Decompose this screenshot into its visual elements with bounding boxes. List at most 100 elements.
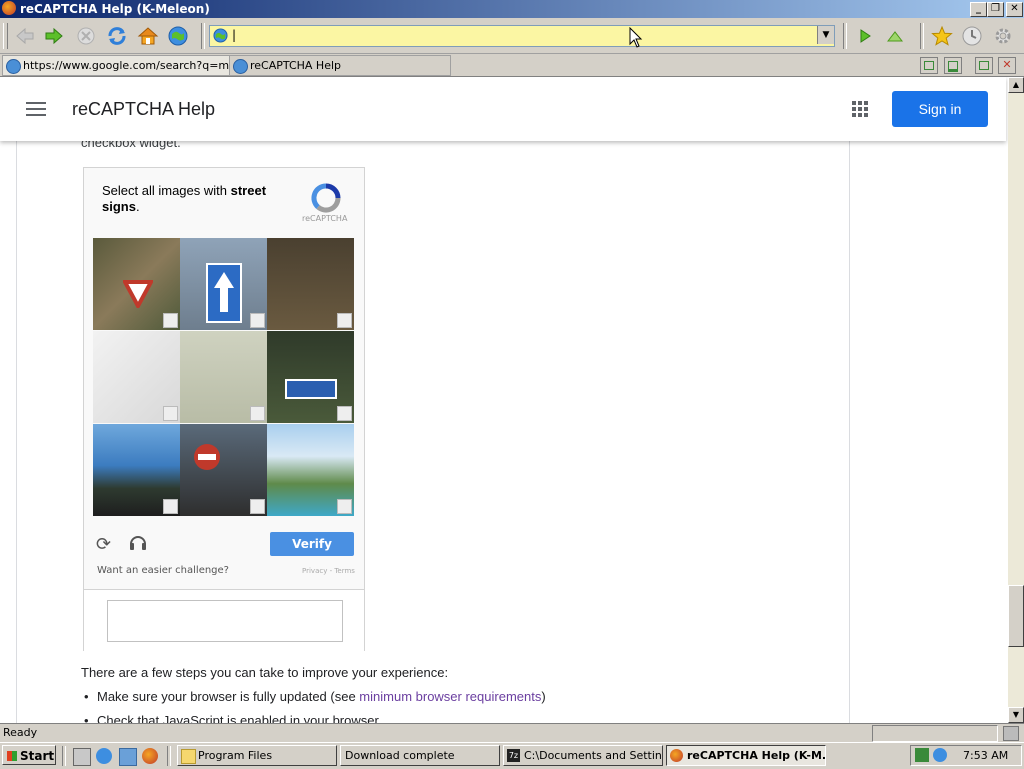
bullet-dot: • xyxy=(84,689,89,704)
globe-tray-icon[interactable] xyxy=(933,748,947,762)
tab-label: reCAPTCHA Help xyxy=(250,59,342,72)
windows-logo-icon xyxy=(7,751,17,761)
system-tray: 7:53 AM xyxy=(910,745,1022,766)
captcha-tile[interactable] xyxy=(267,238,354,330)
intro-paragraph: There are a few steps you can take to im… xyxy=(81,665,449,680)
address-dropdown-button[interactable]: ▼ xyxy=(817,26,834,44)
verify-button[interactable]: Verify xyxy=(270,532,354,556)
history-icon[interactable] xyxy=(961,25,983,47)
easier-challenge-link[interactable]: Want an easier challenge? xyxy=(97,565,229,576)
close-button[interactable]: ✕ xyxy=(1006,2,1023,17)
task-recaptcha-help[interactable]: reCAPTCHA Help (K-M... xyxy=(666,745,826,766)
tab-bar: https://www.google.com/search?q=mi... re… xyxy=(0,54,1024,77)
up-icon[interactable] xyxy=(886,28,904,44)
security-lock-icon[interactable] xyxy=(1003,726,1019,741)
captcha-tile[interactable] xyxy=(180,331,267,423)
bookmarks-star-icon[interactable] xyxy=(931,25,953,47)
task-program-files[interactable]: Program Files xyxy=(177,745,337,766)
site-header: reCAPTCHA Help Sign in xyxy=(0,77,1006,141)
captcha-tile[interactable] xyxy=(93,238,180,330)
reload-icon[interactable] xyxy=(106,25,128,47)
recaptcha-logo-text: reCAPTCHA xyxy=(302,214,348,223)
network-icon[interactable] xyxy=(915,748,929,762)
kmeleon-quicklaunch-icon[interactable] xyxy=(142,748,158,764)
address-bar[interactable]: | ▼ xyxy=(209,25,835,47)
new-tab-icon[interactable] xyxy=(975,57,993,74)
captcha-tile[interactable] xyxy=(180,424,267,516)
back-icon[interactable] xyxy=(14,25,36,47)
scroll-down-button[interactable]: ▼ xyxy=(1008,707,1024,723)
captcha-image-grid xyxy=(93,238,355,517)
tab-layout-icon[interactable] xyxy=(920,57,938,74)
toolbar-separator xyxy=(201,23,205,49)
browser-globe-icon[interactable] xyxy=(167,25,189,47)
toolbar-separator xyxy=(920,23,924,49)
settings-gear-icon[interactable] xyxy=(992,25,1014,47)
web-page-viewport: reCAPTCHA Help Sign in checkbox widget. … xyxy=(0,77,1008,723)
captcha-prompt: Select all images with street signs. xyxy=(102,183,267,214)
captcha-answer-input[interactable] xyxy=(107,600,343,642)
media-icon[interactable] xyxy=(119,748,137,766)
status-text: Ready xyxy=(3,726,38,739)
navigation-toolbar: | ▼ xyxy=(0,19,1024,54)
taskbar-separator xyxy=(62,746,66,766)
status-panel xyxy=(872,725,998,742)
restore-button[interactable]: ❐ xyxy=(987,2,1004,17)
task-7zip-documents[interactable]: 7z C:\Documents and Settin... xyxy=(503,745,663,766)
minimum-browser-requirements-link[interactable]: minimum browser requirements xyxy=(359,689,541,704)
toolbar-grip xyxy=(3,23,8,49)
one-way-sign-icon xyxy=(206,263,242,323)
tab-recaptcha-help[interactable]: reCAPTCHA Help xyxy=(229,55,451,76)
home-icon[interactable] xyxy=(137,25,159,47)
globe-icon xyxy=(6,59,21,74)
bullet-javascript: Check that JavaScript is enabled in your… xyxy=(97,713,379,723)
scroll-thumb[interactable] xyxy=(1008,585,1024,647)
no-entry-sign-icon xyxy=(194,444,220,470)
recaptcha-challenge-image: Select all images with street signs. reC… xyxy=(83,167,365,651)
menu-icon[interactable] xyxy=(26,101,46,117)
close-tab-icon[interactable]: ✕ xyxy=(998,57,1016,74)
globe-icon xyxy=(233,59,248,74)
internet-explorer-icon[interactable] xyxy=(96,748,112,764)
show-desktop-icon[interactable] xyxy=(73,748,91,766)
sign-in-button[interactable]: Sign in xyxy=(892,91,988,127)
captcha-tile[interactable] xyxy=(93,331,180,423)
captcha-tile[interactable] xyxy=(267,424,354,516)
task-download-complete[interactable]: Download complete xyxy=(340,745,500,766)
go-icon[interactable] xyxy=(857,28,873,44)
recaptcha-logo-icon xyxy=(311,183,341,213)
privacy-terms-link[interactable]: Privacy - Terms xyxy=(302,567,355,575)
address-input[interactable]: | xyxy=(232,28,236,42)
captcha-tile[interactable] xyxy=(267,331,354,423)
captcha-tile[interactable] xyxy=(180,238,267,330)
captcha-tile[interactable] xyxy=(93,424,180,516)
apps-grid-icon[interactable] xyxy=(851,100,869,118)
toolbar-separator xyxy=(843,23,847,49)
bullet-browser-update: Make sure your browser is fully updated … xyxy=(97,689,546,704)
bullet-dot: • xyxy=(84,713,89,723)
minimize-button[interactable]: _ xyxy=(970,2,987,17)
tab-google-search[interactable]: https://www.google.com/search?q=mi... xyxy=(2,55,246,76)
audio-challenge-icon[interactable] xyxy=(128,532,148,552)
tab-layout-alt-icon[interactable] xyxy=(944,57,962,74)
folder-icon xyxy=(181,749,196,764)
tab-label: https://www.google.com/search?q=mi... xyxy=(23,59,243,72)
mouse-cursor-icon xyxy=(629,27,643,48)
start-button[interactable]: Start xyxy=(2,745,56,765)
status-bar: Ready xyxy=(0,723,1024,742)
forward-icon[interactable] xyxy=(43,25,65,47)
window-title: reCAPTCHA Help (K-Meleon) xyxy=(20,2,210,16)
captcha-reload-icon[interactable]: ⟳ xyxy=(96,534,111,555)
7zip-icon: 7z xyxy=(507,749,520,762)
stop-icon[interactable] xyxy=(75,25,97,47)
scroll-up-button[interactable]: ▲ xyxy=(1008,77,1024,93)
site-title[interactable]: reCAPTCHA Help xyxy=(72,99,215,120)
taskbar-separator xyxy=(167,746,171,766)
captcha-answer-area xyxy=(84,589,364,651)
kmeleon-app-icon xyxy=(2,1,16,15)
kmeleon-app-icon xyxy=(670,749,683,762)
window-title-bar[interactable]: reCAPTCHA Help (K-Meleon) _ ❐ ✕ xyxy=(0,0,1024,18)
yield-sign-icon xyxy=(123,280,153,308)
vertical-scrollbar[interactable]: ▲ ▼ xyxy=(1008,77,1024,723)
clock[interactable]: 7:53 AM xyxy=(963,749,1008,762)
